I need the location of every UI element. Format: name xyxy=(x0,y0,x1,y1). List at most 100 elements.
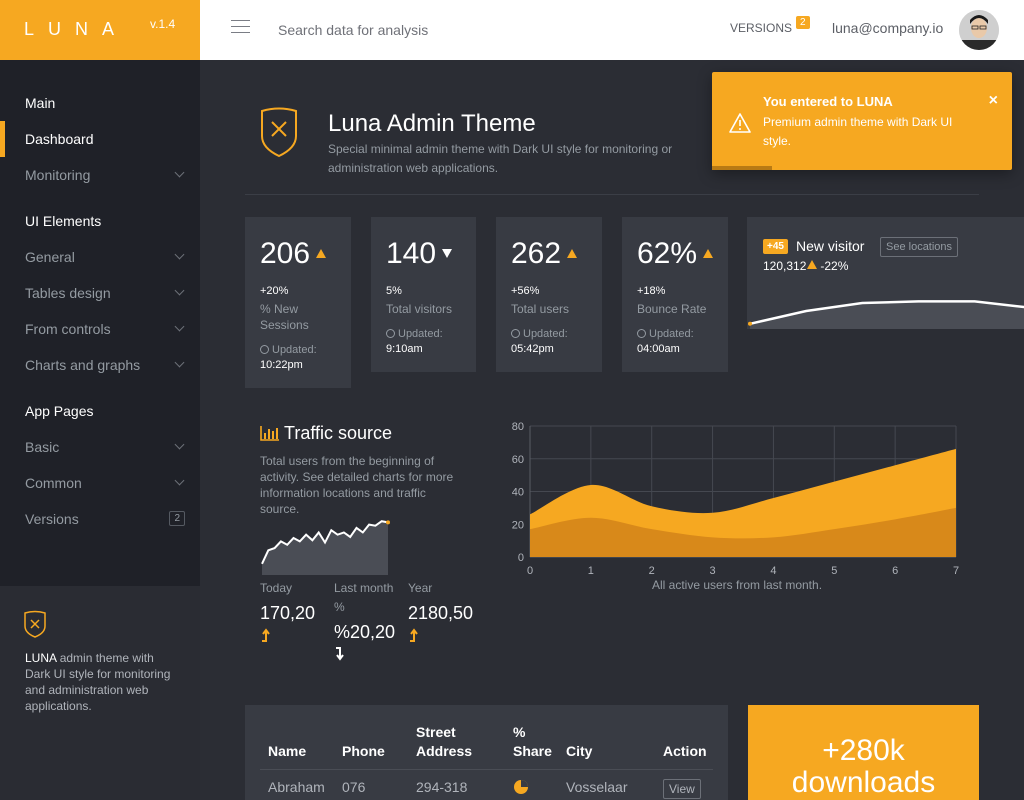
notification-toast: You entered to LUNA Premium admin theme … xyxy=(712,72,1012,170)
stat-label: Bounce Rate xyxy=(637,302,707,316)
stat-panel-bounce-rate: 62% +18% Bounce Rate Updated: 04:00am xyxy=(622,217,728,372)
chevron-down-icon xyxy=(174,285,185,296)
avatar[interactable] xyxy=(959,10,999,50)
chevron-down-icon xyxy=(174,167,185,178)
table-header-share: % Share xyxy=(513,724,552,759)
visitor-badge: +45 xyxy=(763,239,788,254)
traffic-col-value: 2180,50 xyxy=(408,603,474,623)
arrow-down-icon xyxy=(336,647,344,661)
sidebar-footer-text: LUNA admin theme with Dark UI style for … xyxy=(25,650,180,714)
versions-badge: 2 xyxy=(796,16,810,29)
sidebar-item-label: Versions xyxy=(25,511,79,527)
stat-change: 5% xyxy=(386,285,402,297)
table-cell-address: 294-318 xyxy=(416,779,468,795)
stat-change: +20% xyxy=(260,285,289,297)
sidebar-footer: LUNA admin theme with Dark UI style for … xyxy=(0,586,200,800)
traffic-col-last-month: Last month % %20,20 xyxy=(334,579,402,661)
chevron-down-icon xyxy=(174,249,185,260)
sidebar-item-common[interactable]: Common xyxy=(25,475,185,491)
sidebar-item-label: Monitoring xyxy=(25,167,91,183)
clock-icon xyxy=(386,329,395,338)
y-tick-label: 80 xyxy=(512,421,524,433)
x-tick-label: 1 xyxy=(588,565,594,576)
share-pie-icon xyxy=(514,780,528,794)
chevron-down-icon xyxy=(174,439,185,450)
traffic-col-label: Today xyxy=(260,581,293,595)
page-description: Special minimal admin theme with Dark UI… xyxy=(328,142,673,175)
sidebar-item-charts-and-graphs[interactable]: Charts and graphs xyxy=(25,357,185,373)
trend-up-icon xyxy=(316,248,327,258)
search-input[interactable] xyxy=(278,20,638,40)
shield-logo-icon xyxy=(24,610,46,638)
visitor-trend-chart xyxy=(748,300,1024,329)
stat-value: 62% xyxy=(637,237,714,271)
top-bar: LUNA v.1.4 VERSIONS 2 luna@company.io xyxy=(0,0,1024,60)
shield-logo-icon xyxy=(261,107,297,158)
brand-panel[interactable]: LUNA v.1.4 xyxy=(0,0,200,60)
new-visitor-panel: +45 New visitor See locations 120,312 -22… xyxy=(747,217,1024,329)
stat-updated: Updated: xyxy=(511,328,568,340)
view-button[interactable]: View xyxy=(663,779,701,799)
x-tick-label: 4 xyxy=(770,565,776,576)
sidebar-item-label: Dashboard xyxy=(25,131,94,147)
traffic-col-value: 170,20 xyxy=(260,603,316,623)
stat-time: 05:42pm xyxy=(511,343,554,355)
brand-version: v.1.4 xyxy=(150,17,176,31)
table-header-address: Street Address xyxy=(416,724,473,759)
sidebar-item-tables-design[interactable]: Tables design xyxy=(25,285,185,301)
traffic-sparkline xyxy=(261,520,390,575)
x-tick-label: 5 xyxy=(831,565,837,576)
y-tick-label: 0 xyxy=(518,552,524,564)
active-users-area-chart: 0 20 40 60 80 0 1 2 3 4 5 6 7 xyxy=(512,421,959,576)
chevron-down-icon xyxy=(174,357,185,368)
sidebar-item-general[interactable]: General xyxy=(25,249,185,265)
chevron-down-icon xyxy=(174,475,185,486)
see-locations-button[interactable]: See locations xyxy=(880,237,959,257)
sidebar-item-label: General xyxy=(25,249,75,265)
visitor-stats: 120,312 -22% xyxy=(763,259,849,273)
table-header-phone: Phone xyxy=(342,743,385,759)
toast-title: You entered to LUNA xyxy=(763,94,893,109)
stat-label: Total users xyxy=(511,302,570,316)
stat-label: Total visitors xyxy=(386,302,453,316)
sidebar-item-basic[interactable]: Basic xyxy=(25,439,185,455)
stat-value: 140 xyxy=(386,237,453,271)
trend-up-icon xyxy=(807,260,818,270)
bar-chart-icon xyxy=(260,426,279,441)
clock-icon xyxy=(637,329,646,338)
arrow-up-icon xyxy=(410,628,418,642)
user-email-link[interactable]: luna@company.io xyxy=(832,20,943,36)
x-tick-label: 7 xyxy=(953,565,959,576)
x-tick-label: 3 xyxy=(710,565,716,576)
stat-change: +18% xyxy=(637,285,666,297)
stat-value: 206 xyxy=(260,237,327,271)
stat-panel-total-visitors: 140 5% Total visitors Updated: 9:10am xyxy=(371,217,476,372)
sidebar-item-form-controls[interactable]: From controls xyxy=(25,321,185,337)
toast-message: Premium admin theme with Dark UI style. xyxy=(763,115,953,148)
stat-change: +56% xyxy=(511,285,540,297)
sidebar-item-versions[interactable]: Versions 2 xyxy=(25,511,185,527)
table-header-name: Name xyxy=(268,743,307,759)
table-header-action: Action xyxy=(663,743,707,759)
stat-time: 10:22pm xyxy=(260,359,303,371)
stat-value: 262 xyxy=(511,237,578,271)
hamburger-menu-icon[interactable] xyxy=(231,20,250,34)
table-header-city: City xyxy=(566,743,593,759)
table-cell-city: Vosselaar xyxy=(566,779,628,795)
sidebar-section-main: Main xyxy=(25,95,56,111)
stat-label: % New Sessions xyxy=(260,302,309,332)
sidebar: Main Dashboard Monitoring UI Elements Ge… xyxy=(0,60,200,800)
y-tick-label: 20 xyxy=(512,519,524,531)
traffic-col-today: Today 170,20 xyxy=(260,579,328,642)
y-tick-label: 40 xyxy=(512,487,524,499)
sidebar-item-label: Common xyxy=(25,475,82,491)
sidebar-item-monitoring[interactable]: Monitoring xyxy=(25,167,185,183)
sidebar-item-label: Charts and graphs xyxy=(25,357,141,373)
versions-link[interactable]: VERSIONS xyxy=(730,21,792,35)
sidebar-item-dashboard[interactable]: Dashboard xyxy=(25,131,185,147)
downloads-panel: +280k downloads xyxy=(748,705,979,800)
table-cell-name: Abraham xyxy=(268,779,325,795)
sidebar-item-label: Basic xyxy=(25,439,60,455)
x-tick-label: 2 xyxy=(649,565,655,576)
close-icon[interactable]: × xyxy=(989,92,998,110)
